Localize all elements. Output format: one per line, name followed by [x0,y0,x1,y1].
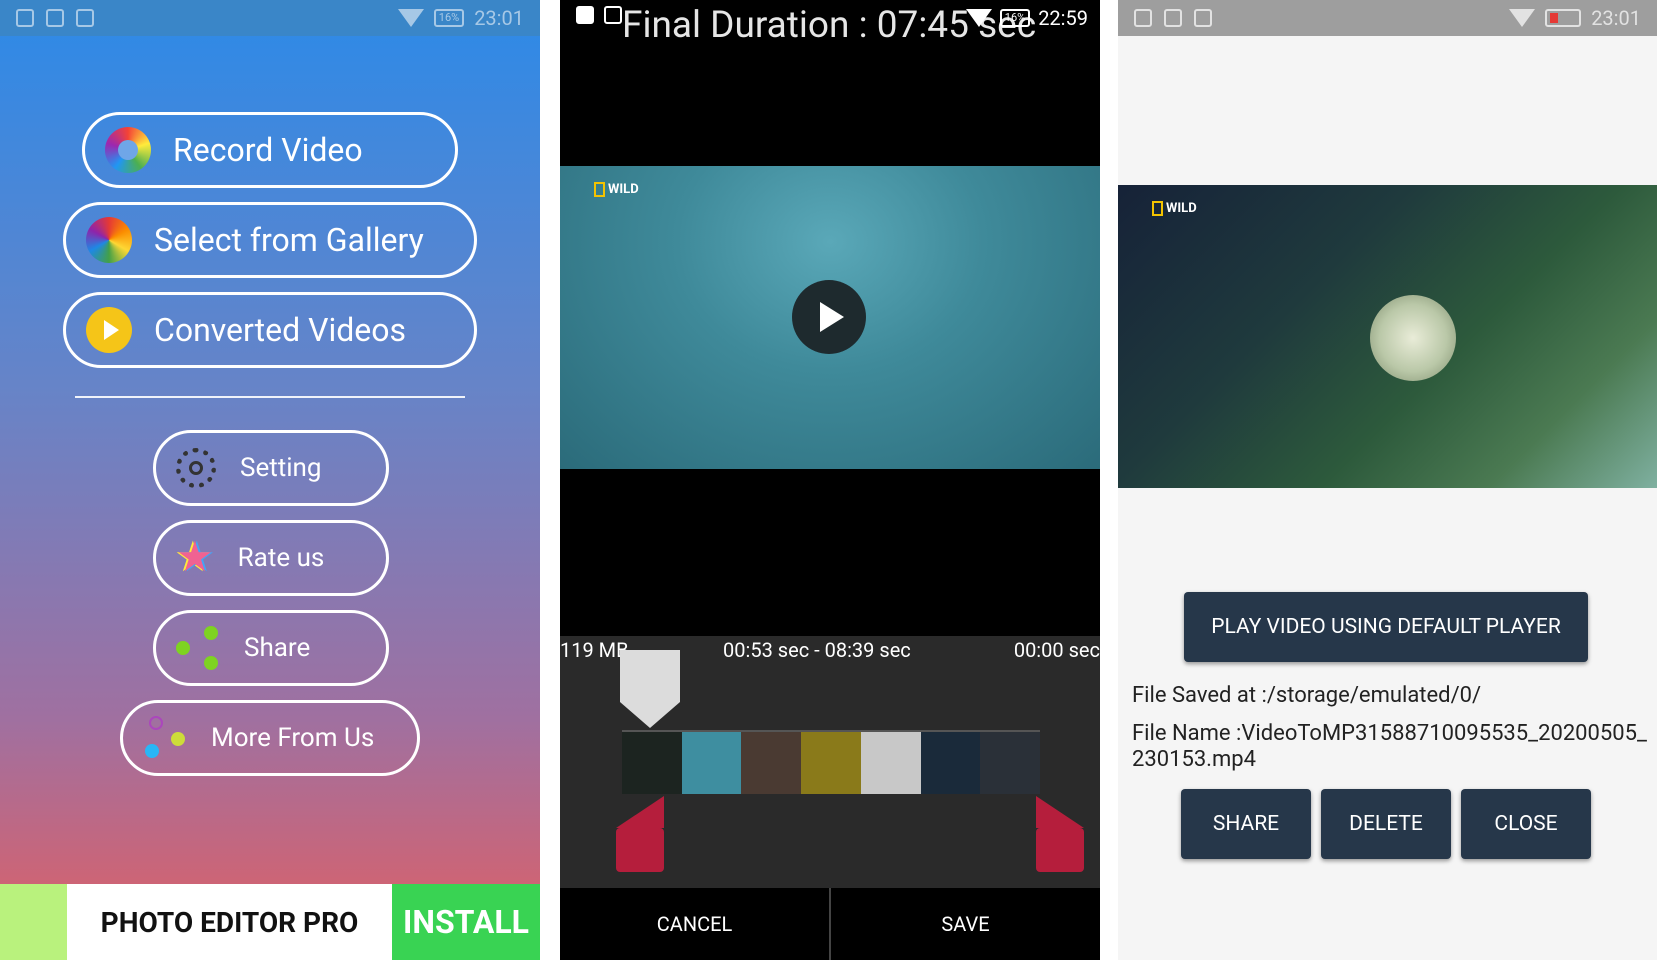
flower-icon [86,217,132,263]
menu-divider [75,396,465,398]
file-saved-text: File Saved at :/storage/emulated/0/ [1132,683,1482,708]
alert-icon [1134,9,1152,27]
status-bar: 23:01 [1118,0,1657,36]
thumbnail [622,732,682,794]
play-icon [820,302,844,332]
wifi-icon [965,9,992,27]
molecule-icon [145,716,189,760]
play-button[interactable] [792,280,866,354]
share-button[interactable]: Share [153,610,389,686]
status-bar-left [576,6,622,24]
trim-end-handle-base [1036,828,1084,872]
check-icon [604,6,622,24]
save-button[interactable]: SAVE [831,888,1100,960]
status-time: 23:01 [474,6,524,30]
current-position: 00:00 sec [1013,638,1100,662]
ad-image [0,884,67,960]
video-preview[interactable]: WILD [1118,185,1657,488]
status-bar: 16% 23:01 [0,0,540,36]
battery-icon [1545,9,1582,27]
thumbnail [741,732,802,794]
thumbnail [860,732,921,794]
thumbnail [801,732,861,794]
thumbnail-strip [622,730,1041,794]
saved-video-screen: 23:01 WILD PLAY VIDEO USING DEFAULT PLAY… [1118,0,1657,960]
natgeo-logo: WILD [1152,201,1197,216]
seek-marker[interactable] [620,650,680,730]
check-icon [76,9,94,27]
trim-start-handle-tip [616,796,664,828]
alert-icon [16,9,34,27]
sea-anemone-image [1370,295,1456,381]
aperture-icon [105,127,151,173]
natgeo-logo-text: WILD [1166,201,1197,216]
converted-videos-label: Converted Videos [154,311,406,349]
delete-button[interactable]: DELETE [1321,789,1451,859]
seek-marker-body [620,650,680,702]
thumbnail [681,732,742,794]
trim-end-handle-tip [1036,796,1084,828]
gear-icon [176,448,216,488]
ad-install-button[interactable]: INSTALL [392,884,540,960]
status-time: 22:59 [1038,6,1088,30]
natgeo-frame-icon [1152,201,1163,216]
ad-banner[interactable]: PHOTO EDITOR PRO INSTALL [0,884,540,960]
thumbnail [920,732,981,794]
more-from-us-button[interactable]: More From Us [120,700,420,776]
trim-range: 00:53 sec - 08:39 sec [723,638,911,662]
share-label: Share [244,633,311,663]
trim-video-screen: Final Duration : 07:45 sec 16% 22:59 WIL… [560,0,1100,960]
cancel-button[interactable]: CANCEL [560,888,829,960]
battery-icon: 16% [999,9,1031,27]
converted-videos-button[interactable]: Converted Videos [63,292,477,368]
wifi-icon [397,9,424,27]
battery-icon: 16% [433,9,465,27]
play-default-player-button[interactable]: PLAY VIDEO USING DEFAULT PLAYER [1184,592,1588,662]
main-menu-screen: 16% 23:01 Record Video Select from Galle… [0,0,540,960]
file-name-text: File Name :VideoToMP31588710095535_20200… [1132,721,1647,772]
thumbnail [980,732,1041,794]
close-button[interactable]: CLOSE [1461,789,1591,859]
share-button[interactable]: SHARE [1181,789,1311,859]
trim-start-handle-base [616,828,664,872]
setting-label: Setting [240,453,322,483]
alert-icon [576,6,594,24]
status-time: 23:01 [1591,6,1641,30]
wifi-icon [1509,9,1536,27]
more-from-us-label: More From Us [211,723,375,753]
trim-actions: CANCEL SAVE [560,888,1100,960]
battery-level [1550,13,1559,23]
star-icon: ★ [176,533,214,582]
seek-marker-tip [620,702,680,728]
video-preview[interactable]: WILD [560,166,1100,469]
image-icon [46,9,64,27]
record-video-label: Record Video [173,131,363,169]
select-gallery-button[interactable]: Select from Gallery [63,202,477,278]
file-size: 119 MB [560,638,629,662]
play-circle-icon [86,307,132,353]
ad-title: PHOTO EDITOR PRO [67,884,392,960]
rate-us-button[interactable]: ★ Rate us [153,520,389,596]
setting-button[interactable]: Setting [153,430,389,506]
status-bar-right: 16% 22:59 [965,6,1088,30]
select-gallery-label: Select from Gallery [154,221,424,259]
rate-us-label: Rate us [237,543,325,573]
share-icon [176,626,220,670]
natgeo-logo-text: WILD [608,182,639,197]
natgeo-logo: WILD [594,182,639,197]
check-icon [1194,9,1212,27]
record-video-button[interactable]: Record Video [82,112,458,188]
natgeo-frame-icon [594,182,605,197]
trim-end-handle[interactable] [1036,796,1084,872]
trim-bar: 119 MB 00:53 sec - 08:39 sec 00:00 sec [560,636,1100,888]
image-icon [1164,9,1182,27]
trim-start-handle[interactable] [616,796,664,872]
